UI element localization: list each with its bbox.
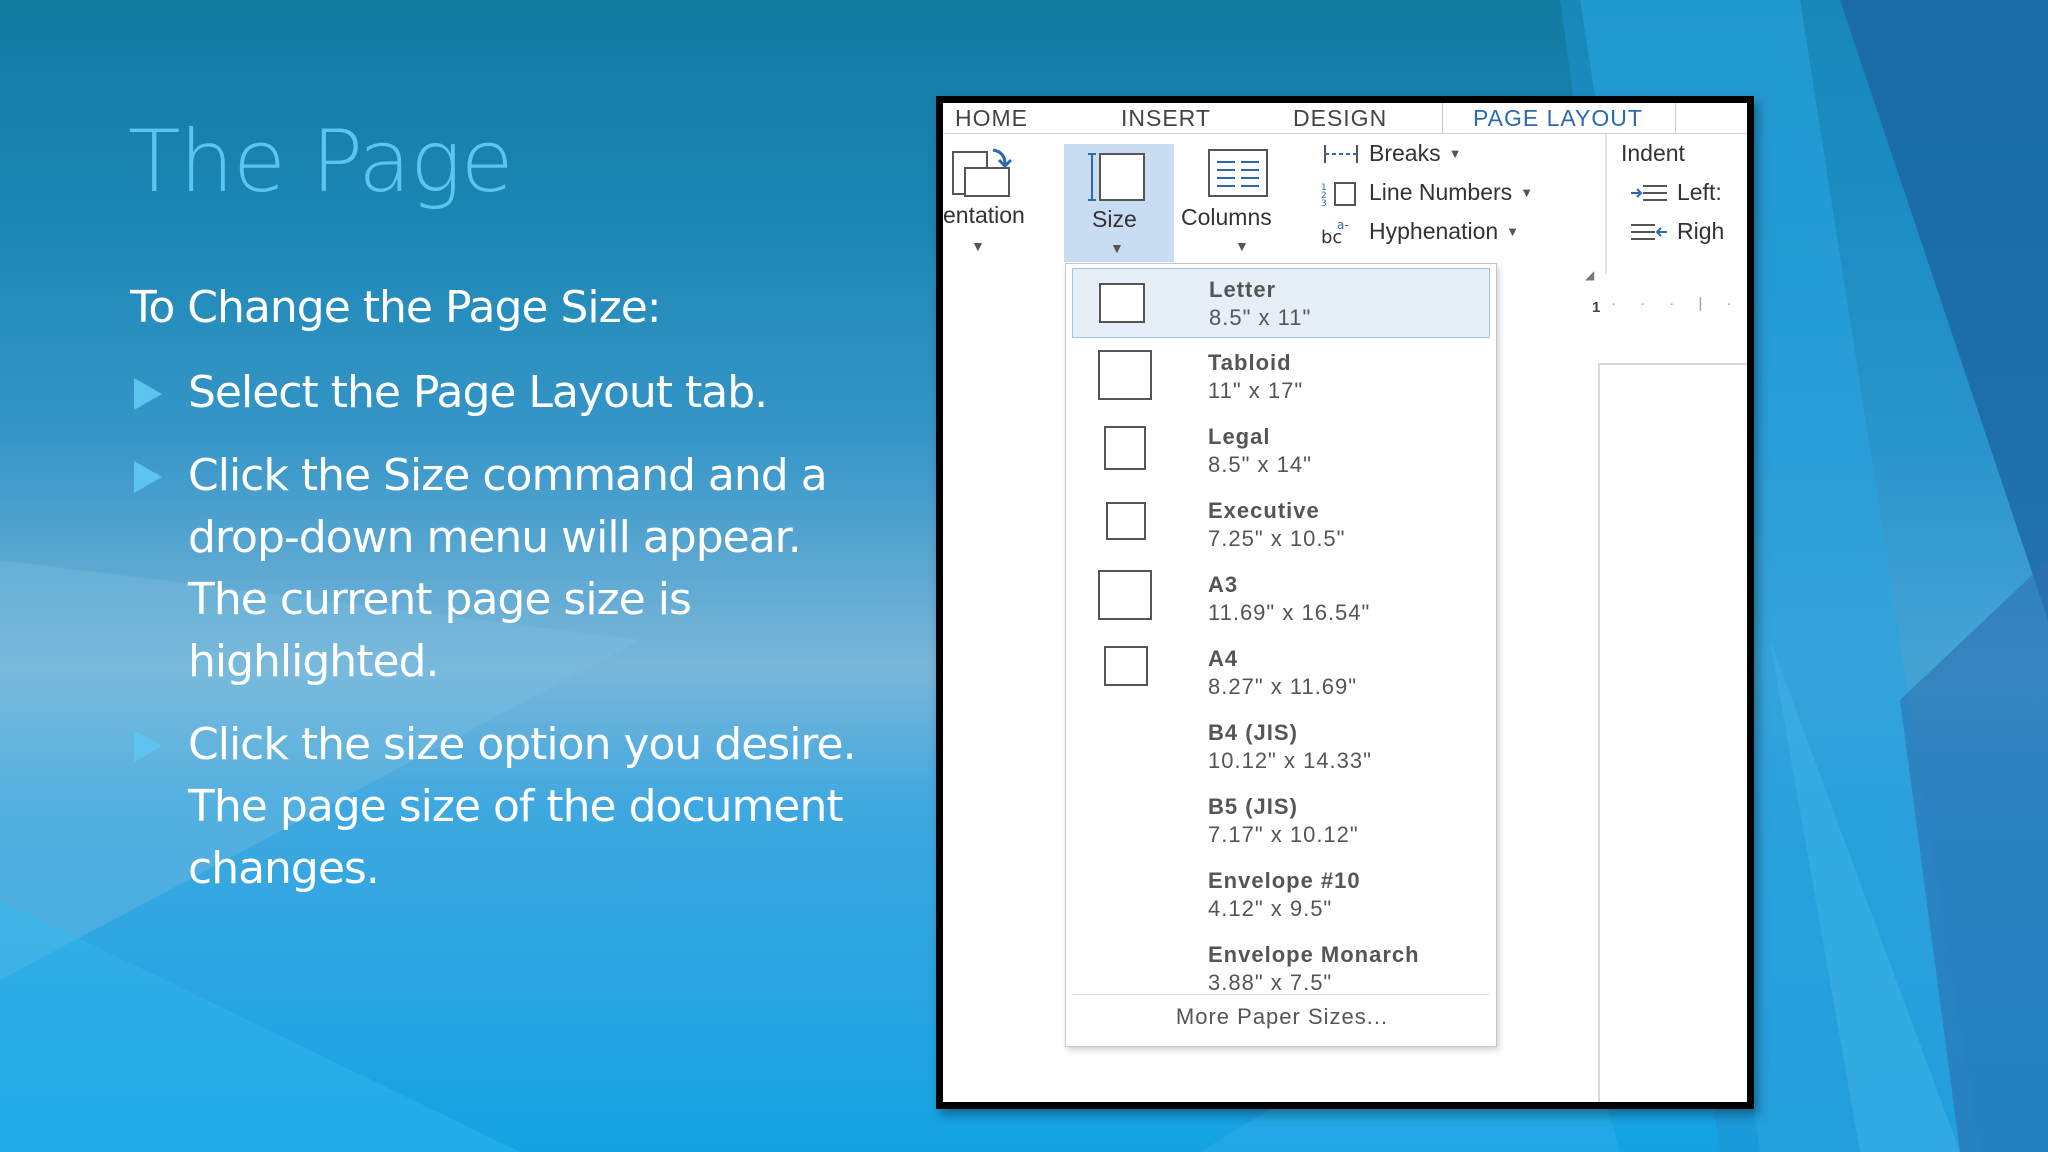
size-option-dims: 8.5" x 14" (1208, 452, 1312, 477)
paper-thumbnail-icon (1104, 426, 1146, 470)
size-option-name: Executive (1208, 498, 1320, 523)
menu-divider (1072, 994, 1490, 995)
breaks-button[interactable]: Breaks ▼ (1321, 140, 1461, 167)
size-option-a3[interactable]: A3 11.69" x 16.54" (1072, 564, 1490, 634)
svg-text:a-: a- (1337, 219, 1349, 232)
size-option-dims: 8.5" x 11" (1209, 305, 1312, 330)
line-numbers-icon: 1 2 3 (1321, 181, 1356, 206)
right-arrow-bullet-icon (134, 461, 162, 493)
bullet-item: Select the Page Layout tab. (130, 362, 870, 424)
chevron-down-icon: ▼ (1506, 224, 1520, 239)
columns-button[interactable]: Columns ▼ (1177, 142, 1307, 262)
bullet-text: Select the Page Layout tab. (188, 367, 768, 418)
svg-text:3: 3 (1321, 199, 1327, 206)
size-option-name: A3 (1208, 572, 1239, 597)
indent-right-label: Righ (1677, 218, 1725, 244)
size-option-envelope-10[interactable]: Envelope #10 4.12" x 9.5" (1072, 860, 1490, 930)
tab-home[interactable]: HOME (955, 105, 1028, 132)
chevron-down-icon: ▼ (1110, 240, 1124, 256)
size-option-dims: 11" x 17" (1208, 378, 1304, 403)
size-option-dims: 7.17" x 10.12" (1208, 822, 1359, 847)
indent-label: Indent (1621, 140, 1685, 166)
hyphenation-icon: bc a- (1321, 219, 1349, 245)
bullet-text: Click the Size command and a drop-down m… (188, 450, 828, 687)
right-arrow-bullet-icon (134, 378, 162, 410)
group-divider (1605, 134, 1607, 274)
word-window: HOME INSERT DESIGN PAGE LAYOUT entation … (943, 103, 1747, 1102)
size-option-legal[interactable]: Legal 8.5" x 14" (1072, 416, 1490, 486)
size-label: Size (1092, 206, 1137, 232)
size-option-name: B4 (JIS) (1208, 720, 1298, 745)
indent-right-icon (1631, 223, 1667, 240)
line-numbers-label: Line Numbers (1369, 179, 1513, 205)
paper-thumbnail-icon (1104, 646, 1148, 686)
tab-insert[interactable]: INSERT (1121, 105, 1211, 132)
size-option-name: B5 (JIS) (1208, 794, 1298, 819)
slide-title: The Page (128, 112, 514, 212)
indent-left-label: Left: (1677, 179, 1722, 205)
orientation-icon (952, 148, 1013, 197)
size-option-executive[interactable]: Executive 7.25" x 10.5" (1072, 490, 1490, 560)
ruler-number: 1 (1592, 299, 1601, 316)
size-dropdown-menu: Letter 8.5" x 11" Tabloid 11" x 17" Lega… (1065, 263, 1497, 1047)
size-option-dims: 10.12" x 14.33" (1208, 748, 1372, 773)
word-screenshot: HOME INSERT DESIGN PAGE LAYOUT entation … (936, 96, 1754, 1109)
size-option-dims: 4.12" x 9.5" (1208, 896, 1333, 921)
size-option-b5-jis[interactable]: B5 (JIS) 7.17" x 10.12" (1072, 786, 1490, 856)
size-option-dims: 7.25" x 10.5" (1208, 526, 1346, 551)
hyphenation-button[interactable]: bc a- Hyphenation ▼ (1321, 218, 1519, 245)
right-arrow-bullet-icon (134, 730, 162, 762)
line-numbers-button[interactable]: 1 2 3 Line Numbers ▼ (1321, 179, 1533, 206)
ribbon-page-layout: entation ▼ Size ▼ Columns ▼ Breaks ▼ 1 2… (943, 133, 1747, 283)
size-option-name: Legal (1208, 424, 1271, 449)
columns-label: Columns (1181, 204, 1272, 230)
size-option-tabloid[interactable]: Tabloid 11" x 17" (1072, 342, 1490, 412)
indent-right-field[interactable]: Righ (1629, 218, 1724, 245)
chevron-down-icon: ▼ (1235, 238, 1249, 254)
size-option-a4[interactable]: A4 8.27" x 11.69" (1072, 638, 1490, 708)
slide-intro: To Change the Page Size: (130, 282, 662, 333)
size-option-dims: 3.88" x 7.5" (1208, 970, 1333, 995)
paper-thumbnail-icon (1099, 283, 1145, 323)
bullet-list: Select the Page Layout tab. Click the Si… (130, 362, 870, 921)
paper-thumbnail-icon (1106, 502, 1146, 540)
size-icon (1088, 153, 1145, 201)
size-option-name: Envelope Monarch (1208, 942, 1420, 967)
ruler-ticks: · · · | · (1611, 295, 1742, 312)
size-option-b4-jis[interactable]: B4 (JIS) 10.12" x 14.33" (1072, 712, 1490, 782)
bullet-text: Click the size option you desire. The pa… (188, 719, 857, 894)
document-page[interactable] (1598, 363, 1747, 1102)
dialog-launcher-icon[interactable]: ◢ (1585, 268, 1594, 282)
size-option-name: A4 (1208, 646, 1239, 671)
size-option-name: Envelope #10 (1208, 868, 1361, 893)
bullet-item: Click the Size command and a drop-down m… (130, 445, 870, 693)
chevron-down-icon: ▼ (1448, 146, 1462, 161)
orientation-label: entation (943, 202, 1025, 228)
orientation-button[interactable]: entation ▼ (943, 142, 1055, 262)
size-option-name: Letter (1209, 277, 1277, 302)
paper-thumbnail-icon (1098, 350, 1152, 400)
paper-thumbnail-icon (1098, 570, 1152, 620)
ribbon-tabs: HOME INSERT DESIGN PAGE LAYOUT (943, 103, 1747, 137)
size-option-dims: 11.69" x 16.54" (1208, 600, 1371, 625)
indent-left-icon (1631, 184, 1667, 201)
tab-page-layout[interactable]: PAGE LAYOUT (1442, 103, 1676, 137)
more-paper-sizes-button[interactable]: More Paper Sizes... (1066, 1004, 1498, 1030)
size-button[interactable]: Size ▼ (1064, 144, 1174, 262)
breaks-label: Breaks (1369, 140, 1441, 166)
bullet-item: Click the size option you desire. The pa… (130, 714, 870, 900)
breaks-icon (1324, 144, 1358, 163)
chevron-down-icon: ▼ (971, 238, 985, 254)
size-option-name: Tabloid (1208, 350, 1292, 375)
size-option-dims: 8.27" x 11.69" (1208, 674, 1358, 699)
chevron-down-icon: ▼ (1520, 185, 1534, 200)
columns-icon (1208, 149, 1268, 197)
indent-left-field[interactable]: Left: (1629, 179, 1722, 206)
size-option-letter[interactable]: Letter 8.5" x 11" (1072, 268, 1490, 338)
hyphenation-label: Hyphenation (1369, 218, 1499, 244)
tab-design[interactable]: DESIGN (1293, 105, 1387, 132)
